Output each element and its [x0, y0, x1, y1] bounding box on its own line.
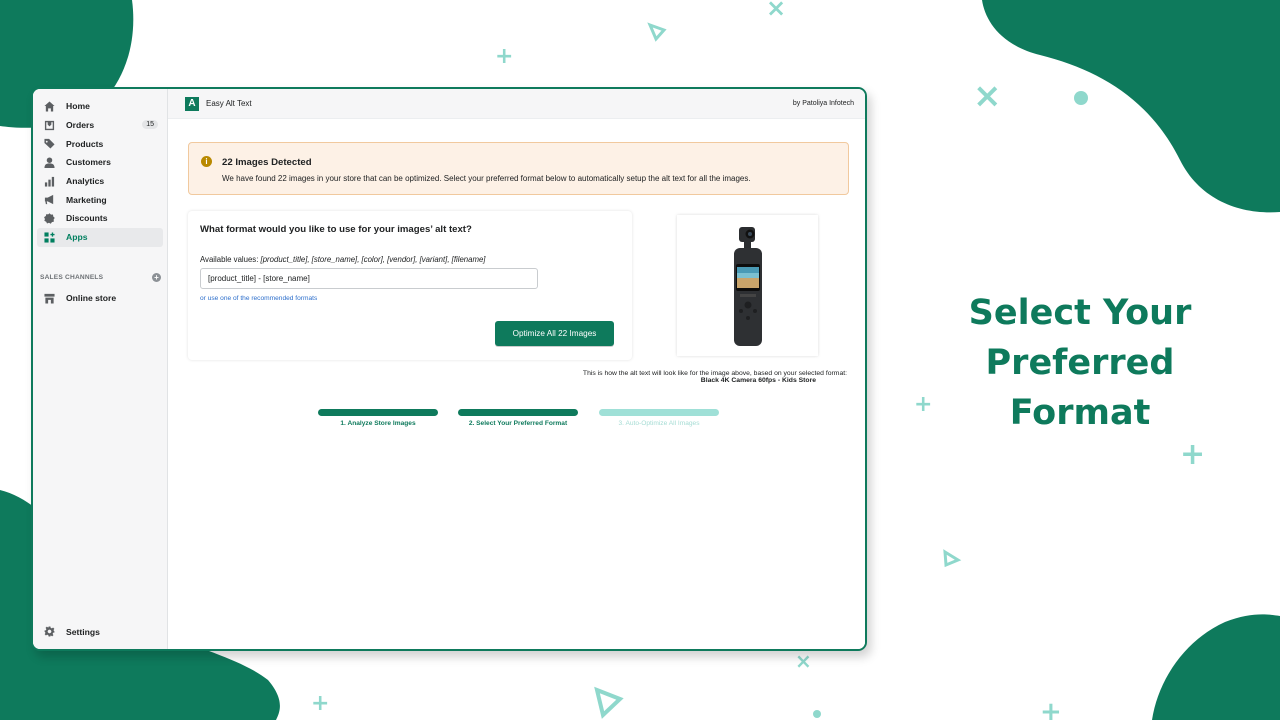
app-topbar: A Easy Alt Text by Patoliya Infotech: [168, 89, 865, 119]
camera-image: [734, 227, 762, 346]
blob-top-right: [982, 0, 1280, 213]
optimize-all-button[interactable]: Optimize All 22 Images: [495, 321, 614, 346]
step-label: 2. Select Your Preferred Format: [468, 420, 568, 427]
sidebar-item-label: Marketing: [66, 194, 107, 205]
sales-channels-label: SALES CHANNELS: [40, 274, 104, 281]
dot-shape: [813, 710, 821, 718]
cross-shape: ×: [795, 649, 812, 673]
headline-line-1: Select Your Preferred: [968, 293, 1192, 383]
cross-shape: +: [311, 691, 330, 716]
step-bar: [599, 409, 719, 416]
banner-title: 22 Images Detected: [222, 157, 312, 168]
sidebar-item-label: Home: [66, 101, 90, 112]
cross-shape: ×: [973, 76, 1002, 116]
dot-shape: [1074, 91, 1088, 105]
format-card: What format would you like to use for yo…: [188, 211, 632, 360]
sidebar-item-label: Analytics: [66, 176, 105, 187]
home-icon: [43, 100, 56, 113]
nav-list: Home Orders 15 Products Customers Analyt…: [33, 89, 167, 247]
alt-format-input[interactable]: [200, 268, 538, 289]
sales-channels-header: SALES CHANNELS +: [40, 273, 161, 282]
orders-icon: [43, 119, 56, 132]
sidebar-item-label: Orders: [66, 120, 95, 131]
sidebar-item-apps[interactable]: Apps: [37, 227, 163, 247]
step-bar: [458, 409, 578, 416]
tag-icon: [43, 137, 56, 150]
sidebar-item-label: Settings: [66, 626, 100, 637]
sidebar-item-label: Customers: [66, 157, 111, 168]
info-icon: i: [201, 156, 212, 167]
admin-sidebar: Home Orders 15 Products Customers Analyt…: [33, 89, 168, 649]
cross-shape: +: [1180, 437, 1206, 472]
recommended-formats-link[interactable]: or use one of the recommended formats: [200, 295, 317, 302]
preview-alt-text: Black 4K Camera 60fps - Kids Store: [700, 377, 816, 384]
sidebar-item-label: Discounts: [66, 213, 108, 224]
blob-bottom-right: [1152, 614, 1280, 720]
available-values: Available values: [product_title], [stor…: [200, 255, 485, 264]
add-channel-icon[interactable]: +: [152, 273, 161, 282]
sidebar-item-customers[interactable]: Customers: [37, 153, 163, 172]
cross-shape: +: [495, 44, 514, 69]
triangle-shape: [943, 549, 962, 568]
step-bar: [318, 409, 438, 416]
gear-icon: [43, 625, 56, 638]
orders-count-badge: 15: [142, 119, 158, 129]
app-window: Home Orders 15 Products Customers Analyt…: [31, 87, 867, 651]
sidebar-item-discounts[interactable]: Discounts: [37, 209, 163, 228]
available-values-label: Available values:: [200, 255, 261, 264]
sidebar-item-home[interactable]: Home: [37, 97, 163, 116]
sidebar-item-products[interactable]: Products: [37, 134, 163, 153]
sidebar-item-settings[interactable]: Settings: [37, 622, 164, 641]
preview-caption-text: This is how the alt text will look like …: [582, 370, 847, 377]
triangle-shape: [647, 22, 667, 42]
sidebar-item-label: Apps: [66, 232, 88, 243]
bar-chart-icon: [43, 175, 56, 188]
product-image-preview: [677, 215, 818, 356]
step-analyze: 1. Analyze Store Images: [318, 409, 438, 427]
app-title: Easy Alt Text: [206, 99, 252, 108]
step-select-format: 2. Select Your Preferred Format: [458, 409, 578, 427]
preview-caption: This is how the alt text will look like …: [583, 370, 847, 384]
megaphone-icon: [43, 193, 56, 206]
apps-icon: [43, 231, 56, 244]
sidebar-item-online-store[interactable]: Online store: [37, 289, 164, 308]
images-detected-banner: i 22 Images Detected We have found 22 im…: [188, 142, 849, 195]
step-label: 1. Analyze Store Images: [340, 420, 416, 427]
app-logo-icon: A: [185, 96, 199, 111]
headline-line-2: Format: [1009, 393, 1151, 433]
cross-shape: +: [1040, 697, 1062, 720]
sidebar-item-orders[interactable]: Orders 15: [37, 116, 163, 135]
cross-shape: ×: [766, 0, 787, 22]
discount-icon: [43, 212, 56, 225]
developer-byline: by Patoliya Infotech: [792, 100, 854, 107]
promo-headline: Select Your Preferred Format: [880, 288, 1280, 438]
step-auto-optimize: 3. Auto-Optimize All Images: [599, 409, 719, 427]
triangle-shape: [594, 686, 624, 719]
main-content: i 22 Images Detected We have found 22 im…: [168, 119, 865, 649]
sidebar-item-label: Products: [66, 138, 104, 149]
sidebar-item-analytics[interactable]: Analytics: [37, 172, 163, 191]
banner-text: We have found 22 images in your store th…: [222, 174, 751, 183]
sidebar-item-label: Online store: [66, 293, 117, 304]
store-icon: [43, 292, 56, 305]
sidebar-item-marketing[interactable]: Marketing: [37, 190, 163, 209]
step-label: 3. Auto-Optimize All Images: [618, 420, 700, 427]
available-values-list: [product_title], [store_name], [color], …: [260, 255, 486, 264]
format-question: What format would you like to use for yo…: [200, 224, 472, 235]
person-icon: [43, 156, 56, 169]
